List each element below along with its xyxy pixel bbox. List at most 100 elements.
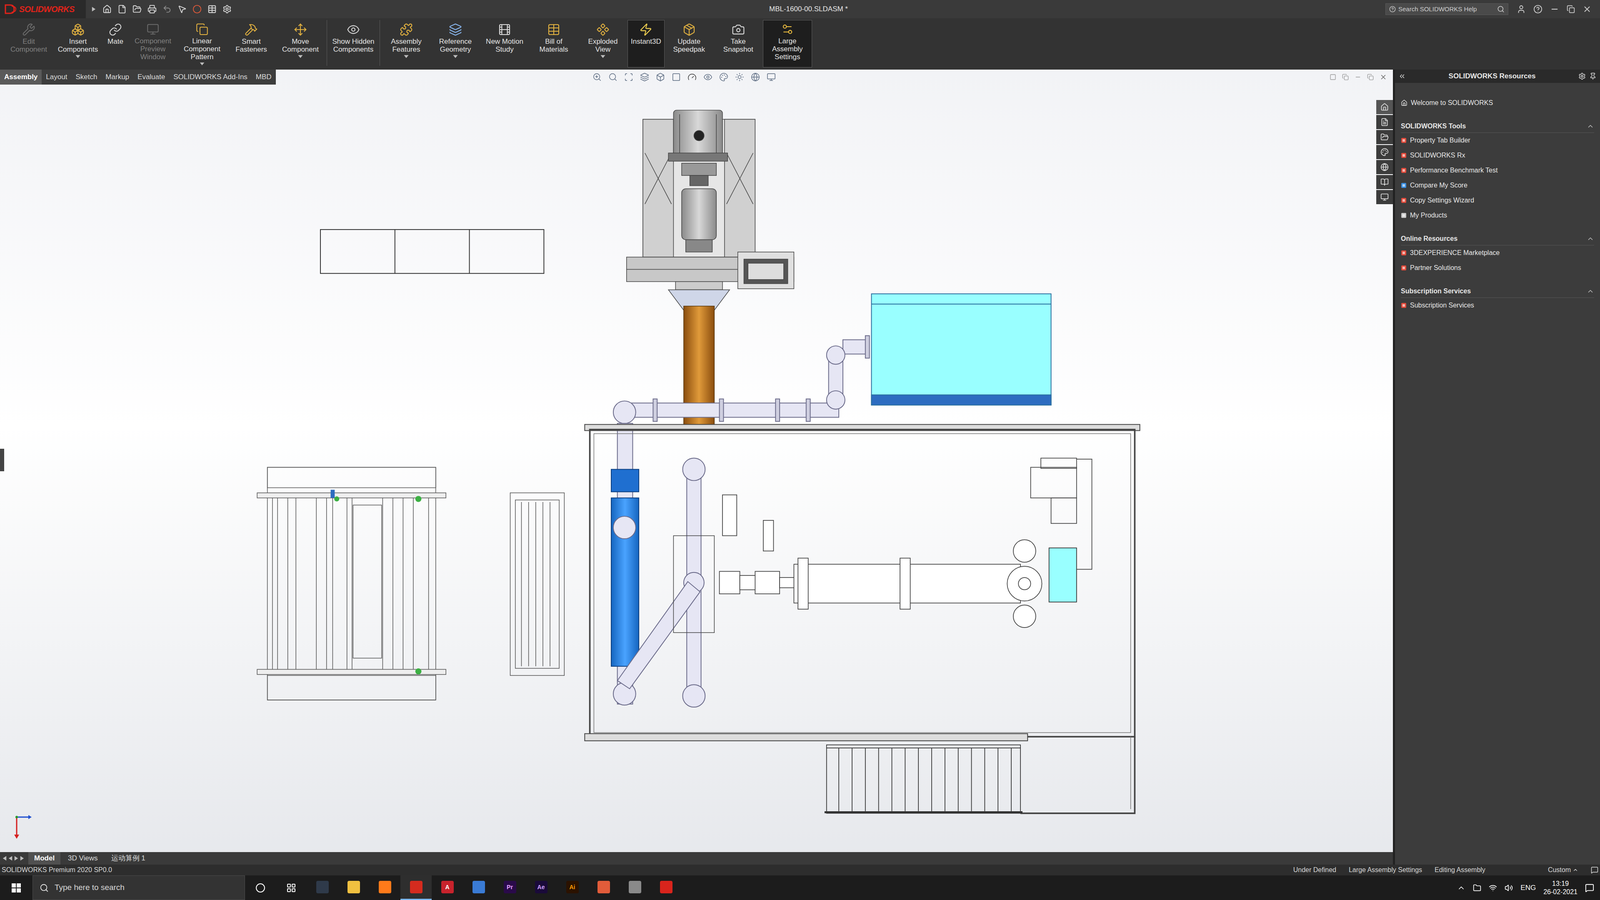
task-pane-link[interactable]: 3DEXPERIENCE Marketplace <box>1400 245 1595 261</box>
command-tab[interactable]: Layout <box>41 69 72 85</box>
view-tool-icon[interactable] <box>703 72 713 82</box>
ribbon-button[interactable]: Insert Components <box>53 20 103 68</box>
section-collapse-icon[interactable] <box>1586 122 1595 130</box>
ribbon-button[interactable]: Linear Component Pattern <box>177 20 227 68</box>
tray-app-icon[interactable] <box>1472 883 1482 893</box>
ribbon-button[interactable]: Take Snapshot <box>713 20 763 68</box>
command-tab[interactable]: Markup <box>101 69 134 85</box>
task-pane-link[interactable]: Subscription Services <box>1400 297 1595 313</box>
task-pane-link[interactable]: My Products <box>1400 207 1595 223</box>
taskbar-app[interactable]: Ae <box>525 875 557 900</box>
view-tool-icon[interactable] <box>655 72 665 82</box>
taskbar-search[interactable]: Type here to search <box>32 875 245 900</box>
taskbar-app[interactable] <box>369 875 401 900</box>
next-tab-icon[interactable] <box>13 855 20 862</box>
task-pane-tab[interactable] <box>1376 115 1393 130</box>
task-pane-tab[interactable] <box>1376 130 1393 145</box>
units-selector[interactable]: Custom <box>1547 865 1579 875</box>
view-tool-icon[interactable] <box>719 72 729 82</box>
ribbon-button[interactable]: Reference Geometry <box>430 20 480 68</box>
taskbar-app[interactable]: Ai <box>556 875 588 900</box>
doc-minimize-icon[interactable] <box>1354 73 1362 81</box>
view-tool-icon[interactable] <box>592 72 602 82</box>
pin-icon[interactable] <box>1589 72 1597 80</box>
search-icon[interactable] <box>1497 5 1505 13</box>
restore-icon[interactable] <box>1566 5 1575 14</box>
taskbar-app[interactable] <box>650 875 682 900</box>
ribbon-button[interactable]: Component Preview Window <box>128 20 178 68</box>
split-view-icon[interactable] <box>1329 73 1337 81</box>
view-tool-icon[interactable] <box>671 72 681 82</box>
options-icon[interactable] <box>222 4 232 14</box>
flyout-arrow-icon[interactable] <box>90 6 97 13</box>
start-button[interactable] <box>0 875 33 900</box>
taskbar-app[interactable] <box>587 875 620 900</box>
home-icon[interactable] <box>102 4 112 14</box>
command-tab[interactable]: MBD <box>251 69 276 85</box>
network-icon[interactable] <box>1488 883 1498 893</box>
model-tab[interactable]: 运动算例 1 <box>105 852 152 865</box>
last-tab-icon[interactable] <box>19 855 25 862</box>
command-tab[interactable]: Assembly <box>0 69 42 85</box>
help-icon[interactable] <box>1533 4 1543 14</box>
view-tool-icon[interactable] <box>750 72 760 82</box>
notifications-icon[interactable] <box>1585 883 1595 893</box>
taskbar-app[interactable] <box>619 875 651 900</box>
doc-restore-icon[interactable] <box>1367 73 1374 81</box>
show-hidden-icons-icon[interactable] <box>1457 883 1466 893</box>
model-tab[interactable]: Model <box>28 852 61 865</box>
dropdown-arrow-icon[interactable] <box>199 60 205 67</box>
section-collapse-icon[interactable] <box>1586 235 1595 243</box>
cortana-icon[interactable] <box>255 882 266 893</box>
help-search[interactable]: Search SOLIDWORKS Help <box>1385 3 1509 15</box>
taskbar-app[interactable] <box>462 875 495 900</box>
command-tab[interactable]: Sketch <box>71 69 102 85</box>
view-tool-icon[interactable] <box>624 72 634 82</box>
collapse-icon[interactable] <box>1398 72 1406 80</box>
rebuild-icon[interactable] <box>192 4 202 14</box>
pane-settings-icon[interactable] <box>1578 72 1586 80</box>
taskbar-app[interactable] <box>400 875 432 900</box>
ribbon-button[interactable]: Update Speedpak <box>664 20 714 68</box>
first-tab-icon[interactable] <box>1 855 8 862</box>
ribbon-button[interactable]: Exploded View <box>578 20 628 68</box>
view-tool-icon[interactable] <box>766 72 776 82</box>
user-icon[interactable] <box>1516 4 1526 14</box>
ribbon-button[interactable]: Move Component <box>275 20 325 68</box>
section-collapse-icon[interactable] <box>1586 287 1595 295</box>
dropdown-arrow-icon[interactable] <box>297 53 304 60</box>
dropdown-arrow-icon[interactable] <box>75 53 81 60</box>
task-pane-tab[interactable] <box>1376 145 1393 160</box>
ribbon-button[interactable]: Edit Component <box>4 20 54 68</box>
ribbon-button[interactable]: Instant3D <box>627 20 665 68</box>
ribbon-button[interactable]: Large Assembly Settings <box>762 20 813 68</box>
command-tab[interactable]: Evaluate <box>133 69 170 85</box>
graphics-area[interactable] <box>0 84 1393 853</box>
section-header[interactable]: Online Resources <box>1400 232 1595 246</box>
task-pane-link[interactable]: Compare My Score <box>1400 177 1595 193</box>
doc-close-icon[interactable] <box>1379 73 1388 81</box>
section-header[interactable]: SOLIDWORKS Tools <box>1400 119 1595 133</box>
model-tab[interactable]: 3D Views <box>62 852 104 865</box>
task-pane-tab[interactable] <box>1376 190 1393 205</box>
ribbon-button[interactable]: Assembly Features <box>381 20 431 68</box>
prev-tab-icon[interactable] <box>7 855 14 862</box>
new-file-icon[interactable] <box>117 4 127 14</box>
panel-flyout-tab[interactable] <box>0 448 5 472</box>
taskbar-app[interactable] <box>337 875 370 900</box>
ribbon-button[interactable]: Smart Fasteners <box>226 20 276 68</box>
task-pane-link[interactable]: SOLIDWORKS Rx <box>1400 147 1595 163</box>
task-pane-tab[interactable] <box>1376 175 1393 190</box>
ribbon-button[interactable]: Show Hidden Components <box>328 20 378 68</box>
taskbar-app[interactable] <box>306 875 338 900</box>
ribbon-button[interactable]: New Motion Study <box>480 20 530 68</box>
volume-icon[interactable] <box>1504 883 1513 893</box>
ribbon-button[interactable]: Bill of Materials <box>529 20 579 68</box>
select-icon[interactable] <box>177 4 187 14</box>
close-icon[interactable] <box>1582 4 1592 14</box>
clock[interactable]: 13:1926-02-2021 <box>1543 879 1578 897</box>
tile-icon[interactable] <box>1342 73 1349 81</box>
app-logo[interactable]: SOLIDWORKS <box>0 0 86 19</box>
task-view-icon[interactable] <box>286 882 297 893</box>
task-pane-link[interactable]: Copy Settings Wizard <box>1400 192 1595 208</box>
